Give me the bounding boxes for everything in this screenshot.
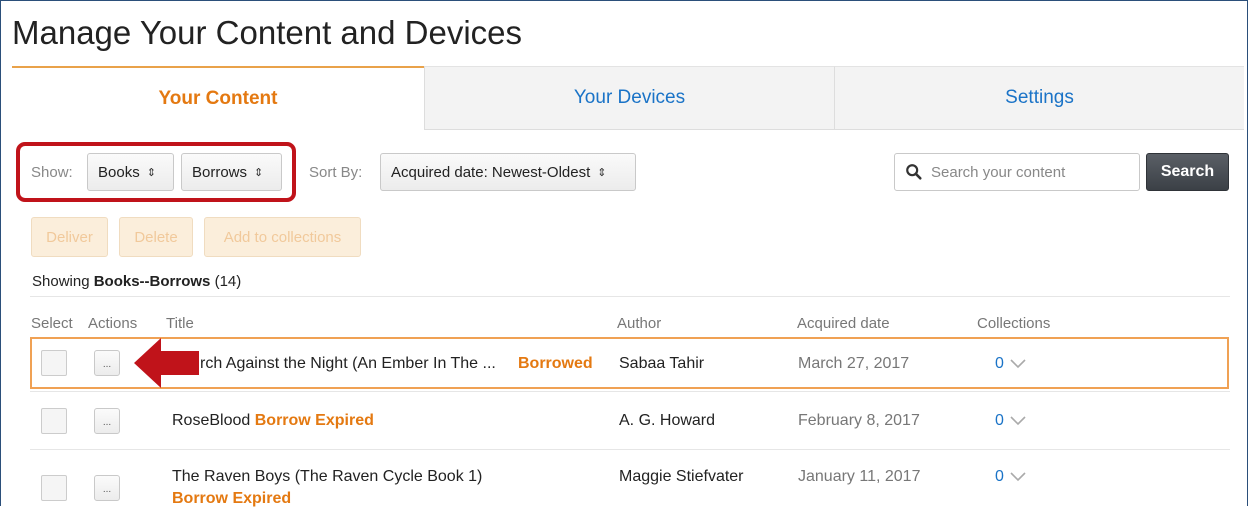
tab-your-content[interactable]: Your Content xyxy=(12,66,424,130)
row-collections-count: 0 xyxy=(995,355,1004,372)
row-select-checkbox[interactable] xyxy=(41,475,67,501)
row-acquired-date: February 8, 2017 xyxy=(798,412,920,429)
showing-count: (14) xyxy=(210,273,242,290)
annotation-arrow-icon xyxy=(134,338,199,388)
row-collections-count: 0 xyxy=(995,412,1004,429)
row-title[interactable]: rch Against the Night (An Ember In The .… xyxy=(200,355,496,373)
row-status-badge: Borrow Expired xyxy=(172,490,292,507)
col-select: Select xyxy=(31,315,73,332)
add-to-collections-button[interactable]: Add to collections xyxy=(204,217,361,257)
row-author: Sabaa Tahir xyxy=(619,355,705,372)
select-arrows-icon: ⇕ xyxy=(597,166,607,179)
row-collections-count: 0 xyxy=(995,468,1004,485)
deliver-button[interactable]: Deliver xyxy=(31,217,108,257)
showing-prefix: Showing xyxy=(32,273,94,290)
row-title-wrap[interactable]: RoseBlood Borrow Expired xyxy=(172,412,374,430)
col-actions: Actions xyxy=(88,315,138,332)
row-author: Maggie Stiefvater xyxy=(619,468,744,485)
row-actions-button[interactable]: ... xyxy=(94,475,120,501)
search-input[interactable]: Search your content xyxy=(894,153,1140,191)
showing-filter: Books--Borrows xyxy=(93,273,211,290)
row-collections-dropdown[interactable]: 0 xyxy=(995,355,1026,373)
sort-label: Sort By: xyxy=(309,164,363,181)
sort-value: Acquired date: Newest-Oldest xyxy=(391,163,591,181)
col-acquired-date: Acquired date xyxy=(797,315,890,332)
row-status-badge: Borrow Expired xyxy=(254,412,374,429)
annotation-highlight-box xyxy=(16,142,296,202)
row-select-checkbox[interactable] xyxy=(41,408,67,434)
row-collections-dropdown[interactable]: 0 xyxy=(995,412,1026,430)
row-title: RoseBlood xyxy=(172,412,251,429)
page-title: Manage Your Content and Devices xyxy=(12,14,523,51)
tab-settings[interactable]: Settings xyxy=(834,66,1244,130)
row-acquired-date: March 27, 2017 xyxy=(798,355,910,372)
row-author: A. G. Howard xyxy=(619,412,716,429)
row-actions-button[interactable]: ... xyxy=(94,350,120,376)
delete-button[interactable]: Delete xyxy=(119,217,193,257)
divider xyxy=(30,391,1230,392)
row-status-badge: Borrowed xyxy=(518,355,593,372)
search-button[interactable]: Search xyxy=(1146,153,1229,191)
col-title: Title xyxy=(166,315,194,332)
chevron-down-icon xyxy=(1010,472,1026,482)
row-select-checkbox[interactable] xyxy=(41,350,67,376)
showing-summary: Showing Books--Borrows (14) xyxy=(32,273,241,290)
col-author: Author xyxy=(617,315,662,332)
tab-bar: Your Content Your Devices Settings xyxy=(12,66,1244,130)
chevron-down-icon xyxy=(1010,359,1026,369)
row-collections-dropdown[interactable]: 0 xyxy=(995,468,1026,486)
row-acquired-date: January 11, 2017 xyxy=(798,468,921,485)
col-collections: Collections xyxy=(977,315,1051,332)
sort-select[interactable]: Acquired date: Newest-Oldest ⇕ xyxy=(380,153,636,191)
divider xyxy=(30,449,1230,450)
divider xyxy=(30,296,1230,297)
row-actions-button[interactable]: ... xyxy=(94,408,120,434)
tab-your-devices[interactable]: Your Devices xyxy=(424,66,834,130)
chevron-down-icon xyxy=(1010,416,1026,426)
search-icon xyxy=(906,164,922,180)
row-title[interactable]: The Raven Boys (The Raven Cycle Book 1) xyxy=(172,468,482,486)
search-placeholder: Search your content xyxy=(931,163,1066,181)
